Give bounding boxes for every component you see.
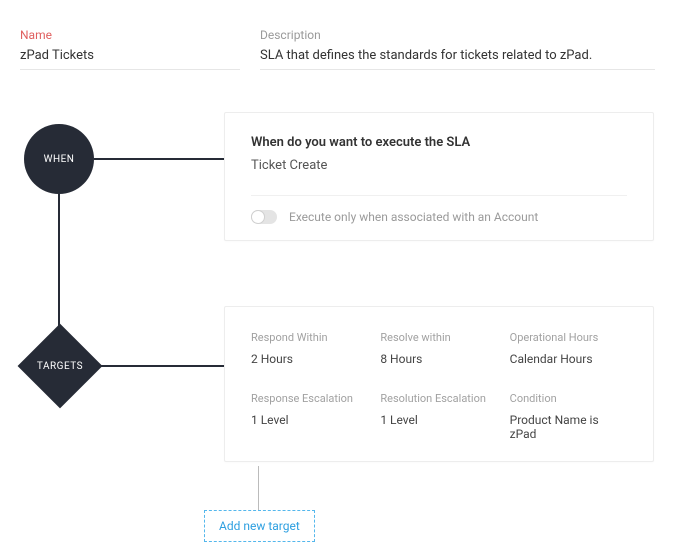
add-new-target-button[interactable]: Add new target (204, 510, 315, 542)
toggle-row: Execute only when associated with an Acc… (251, 195, 627, 224)
target-value: 1 Level (251, 413, 368, 427)
when-card-value: Ticket Create (251, 158, 627, 173)
target-label: Response Escalation (251, 392, 368, 405)
target-cell: Operational Hours Calendar Hours (510, 331, 627, 366)
target-label: Respond Within (251, 331, 368, 344)
toggle-knob (251, 210, 265, 224)
add-target-wrapper: Add new target (204, 510, 315, 542)
when-node-label: WHEN (44, 154, 75, 165)
target-cell: Resolve within 8 Hours (380, 331, 497, 366)
target-label: Condition (510, 392, 627, 405)
target-cell: Resolution Escalation 1 Level (380, 392, 497, 441)
target-value: 1 Level (380, 413, 497, 427)
when-node[interactable]: WHEN (24, 124, 94, 194)
target-label: Resolution Escalation (380, 392, 497, 405)
target-value: 2 Hours (251, 352, 368, 366)
targets-node-label: TARGETS (18, 324, 102, 408)
description-label: Description (260, 28, 655, 42)
name-field[interactable]: Name zPad Tickets (20, 28, 240, 70)
target-label: Resolve within (380, 331, 497, 344)
connector-line (94, 158, 224, 160)
flow-canvas: WHEN TARGETS When do you want to execute… (20, 110, 660, 540)
targets-card[interactable]: Respond Within 2 Hours Resolve within 8 … (224, 306, 654, 462)
target-cell: Response Escalation 1 Level (251, 392, 368, 441)
connector-line (258, 466, 259, 512)
account-toggle[interactable] (251, 210, 277, 224)
when-card-title: When do you want to execute the SLA (251, 135, 627, 150)
name-value: zPad Tickets (20, 48, 240, 70)
target-value: Product Name is zPad (510, 413, 627, 441)
description-value: SLA that defines the standards for ticke… (260, 48, 655, 70)
target-label: Operational Hours (510, 331, 627, 344)
description-field[interactable]: Description SLA that defines the standar… (260, 28, 655, 70)
when-card[interactable]: When do you want to execute the SLA Tick… (224, 112, 654, 241)
connector-line (58, 194, 60, 328)
targets-node[interactable]: TARGETS (18, 324, 102, 408)
target-value: 8 Hours (380, 352, 497, 366)
name-label: Name (20, 28, 240, 42)
connector-line (100, 365, 224, 367)
target-cell: Respond Within 2 Hours (251, 331, 368, 366)
target-cell: Condition Product Name is zPad (510, 392, 627, 441)
toggle-label: Execute only when associated with an Acc… (289, 210, 538, 224)
target-value: Calendar Hours (510, 352, 627, 366)
header: Name zPad Tickets Description SLA that d… (0, 0, 675, 70)
